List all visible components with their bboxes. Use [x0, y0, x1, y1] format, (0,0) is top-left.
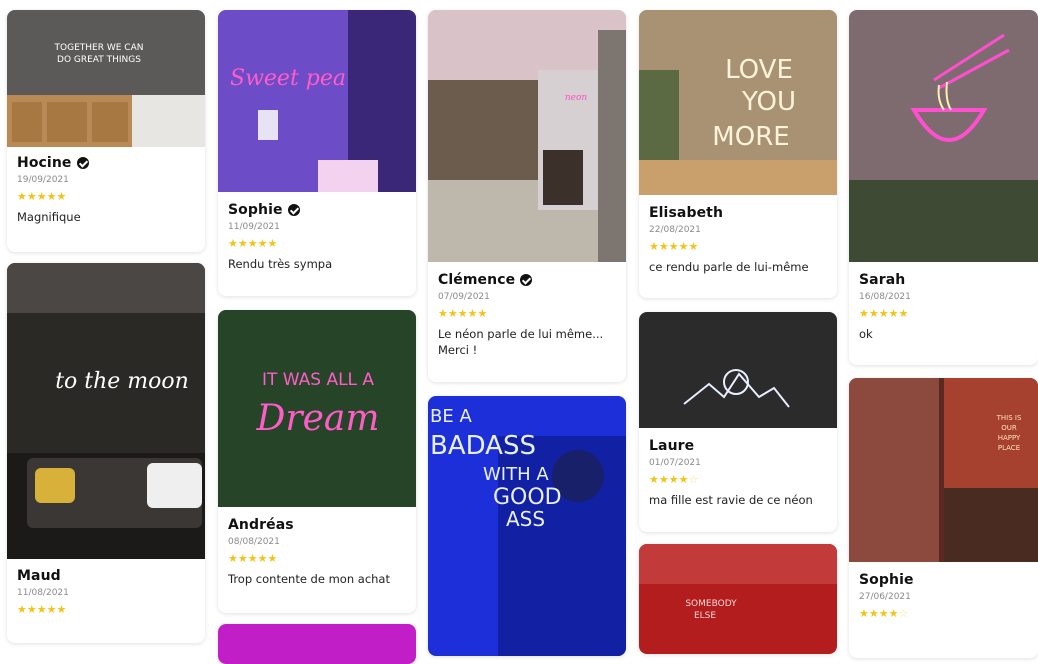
reviewer-name: Sarah — [859, 272, 906, 288]
review-card-partial[interactable] — [218, 624, 416, 664]
review-photo[interactable] — [218, 624, 416, 664]
review-text: Le néon parle de lui même... Merci ! — [438, 327, 604, 357]
review-date: 19/09/2021 — [17, 175, 69, 185]
review-card-clemence[interactable]: neon Clémence 07/09/2021 ★★★★★ Le néon p… — [428, 10, 626, 382]
review-text: Trop contente de mon achat — [228, 572, 390, 586]
review-photo[interactable]: IT WAS ALL A Dream — [218, 310, 416, 507]
review-photo[interactable]: LOVE YOU MORE — [639, 10, 837, 195]
review-photo[interactable]: BE A BADASS WITH A GOOD ASS — [428, 396, 626, 656]
svg-text:Sweet pea: Sweet pea — [230, 66, 346, 91]
rating-stars-icon: ★★★★☆ — [859, 607, 909, 620]
svg-text:HAPPY: HAPPY — [998, 434, 1021, 442]
review-card-maud[interactable]: to the moon Maud 11/08/2021 ★★★★★ — [7, 263, 205, 643]
review-date: 11/08/2021 — [17, 588, 69, 598]
reviewer-name: Sophie — [859, 572, 914, 588]
svg-text:MORE: MORE — [712, 122, 789, 152]
review-date: 27/06/2021 — [859, 592, 911, 602]
review-photo[interactable] — [849, 10, 1038, 262]
review-photo[interactable]: to the moon — [7, 263, 205, 559]
svg-text:PLACE: PLACE — [998, 444, 1020, 452]
review-date: 01/07/2021 — [649, 458, 701, 468]
review-card-laure[interactable]: Laure 01/07/2021 ★★★★☆ ma fille est ravi… — [639, 312, 837, 532]
review-date: 22/08/2021 — [649, 225, 701, 235]
svg-text:ELSE: ELSE — [694, 611, 716, 621]
verified-check-icon — [520, 274, 533, 286]
review-card-sarah[interactable]: Sarah 16/08/2021 ★★★★★ ok — [849, 10, 1038, 365]
svg-text:LOVE: LOVE — [725, 55, 793, 85]
rating-stars-icon: ★★★★★ — [438, 307, 488, 320]
svg-text:DO GREAT THINGS: DO GREAT THINGS — [57, 55, 141, 65]
review-card-badass[interactable]: BE A BADASS WITH A GOOD ASS — [428, 396, 626, 656]
rating-stars-icon: ★★★★★ — [228, 237, 278, 250]
svg-text:Dream: Dream — [256, 398, 380, 439]
reviewer-name: Hocine — [17, 155, 197, 171]
rating-stars-icon: ★★★★★ — [859, 307, 909, 320]
review-text: Rendu très sympa — [228, 257, 333, 271]
review-text: ma fille est ravie de ce néon — [649, 493, 813, 507]
svg-text:OUR: OUR — [1001, 424, 1017, 432]
svg-text:to the moon: to the moon — [55, 369, 189, 394]
svg-text:BE A: BE A — [430, 406, 472, 427]
reviewer-name: Andréas — [228, 517, 294, 533]
svg-text:SOMEBODY: SOMEBODY — [685, 599, 737, 609]
svg-text:WITH A: WITH A — [483, 464, 549, 485]
svg-text:THIS IS: THIS IS — [996, 414, 1022, 422]
review-card-elisabeth[interactable]: LOVE YOU MORE Elisabeth 22/08/2021 ★★★★★… — [639, 10, 837, 298]
svg-text:BADASS: BADASS — [430, 431, 536, 461]
review-text: ce rendu parle de lui-même — [649, 260, 809, 274]
review-date: 11/09/2021 — [228, 222, 280, 232]
review-photo[interactable]: SOMEBODY ELSE — [639, 544, 837, 654]
review-card-andreas[interactable]: IT WAS ALL A Dream Andréas 08/08/2021 ★★… — [218, 310, 416, 613]
rating-stars-icon: ★★★★★ — [649, 240, 699, 253]
review-date: 08/08/2021 — [228, 537, 280, 547]
verified-check-icon — [76, 157, 89, 169]
reviewer-name: Laure — [649, 438, 695, 454]
rating-stars-icon: ★★★★★ — [17, 190, 67, 203]
rating-stars-icon: ★★★★☆ — [649, 473, 699, 486]
review-photo[interactable]: Sweet pea — [218, 10, 416, 192]
review-photo[interactable]: THIS IS OUR HAPPY PLACE — [849, 378, 1038, 562]
rating-stars-icon: ★★★★★ — [17, 603, 67, 616]
verified-check-icon — [287, 204, 300, 216]
review-card-hocine[interactable]: TOGETHER WE CAN DO GREAT THINGS Hocine 1… — [7, 10, 205, 252]
review-card-sophie-2[interactable]: THIS IS OUR HAPPY PLACE Sophie 27/06/202… — [849, 378, 1038, 658]
reviewer-name: Maud — [17, 568, 61, 584]
svg-text:IT WAS ALL A: IT WAS ALL A — [262, 370, 374, 390]
rating-stars-icon: ★★★★★ — [228, 552, 278, 565]
review-card-sophie-1[interactable]: Sweet pea Sophie 11/09/2021 ★★★★★ Rendu … — [218, 10, 416, 296]
review-date: 16/08/2021 — [859, 292, 911, 302]
review-photo[interactable]: TOGETHER WE CAN DO GREAT THINGS — [7, 10, 205, 147]
review-card-somebody[interactable]: SOMEBODY ELSE — [639, 544, 837, 654]
review-text: ok — [859, 327, 873, 341]
review-photo[interactable] — [639, 312, 837, 428]
review-photo[interactable]: neon — [428, 10, 626, 262]
svg-text:ASS: ASS — [506, 507, 545, 531]
review-text: Magnifique — [17, 210, 81, 224]
svg-text:neon: neon — [565, 93, 588, 103]
reviewer-name: Clémence — [438, 272, 618, 288]
reviewer-name: Sophie — [228, 202, 408, 218]
review-date: 07/09/2021 — [438, 292, 490, 302]
svg-text:TOGETHER WE CAN: TOGETHER WE CAN — [54, 43, 144, 53]
svg-text:YOU: YOU — [741, 87, 796, 117]
reviewer-name: Elisabeth — [649, 205, 724, 221]
